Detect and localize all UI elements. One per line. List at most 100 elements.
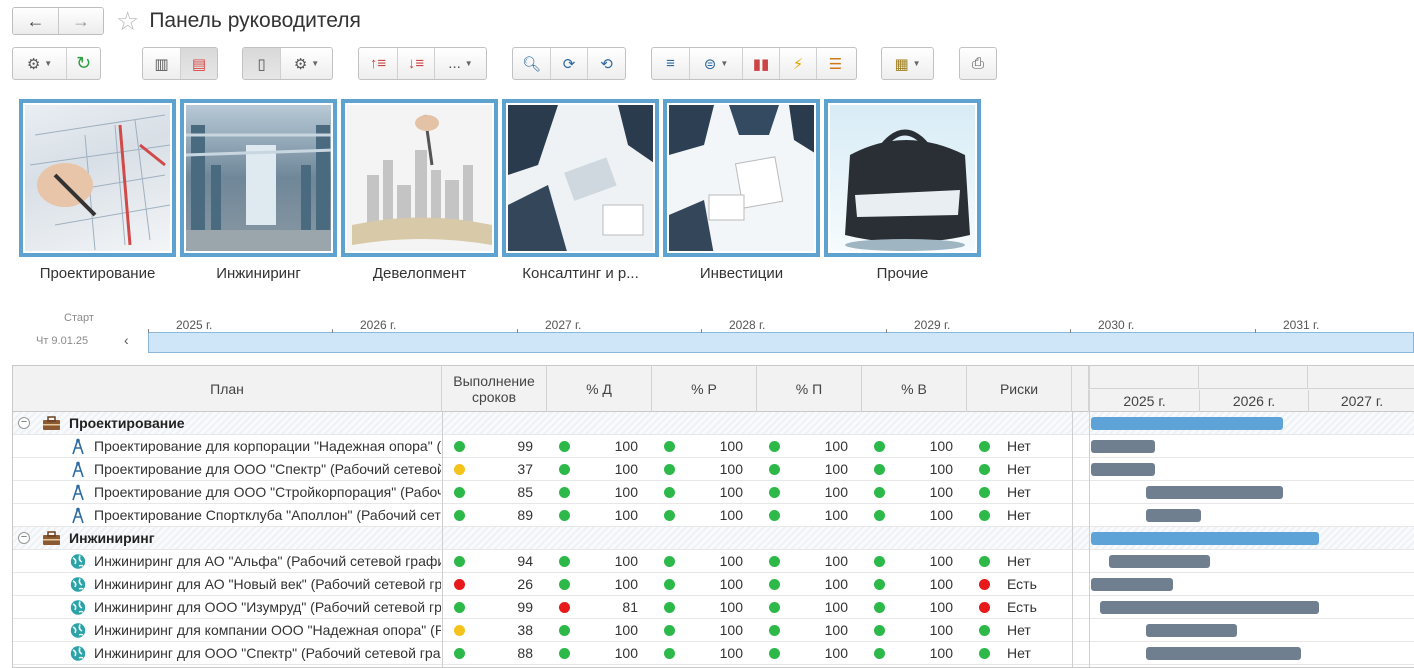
gantt-group-bar[interactable] — [1091, 532, 1320, 545]
map-view-button[interactable]: ▯ — [243, 48, 280, 79]
gantt-view-button[interactable]: ▤ — [180, 48, 217, 79]
plan-name[interactable]: Инжиниринг для ООО "Спектр" (Рабочий сет… — [94, 642, 441, 664]
meeting-icon — [508, 105, 653, 251]
p-status-dot — [769, 510, 780, 521]
back-button[interactable]: ← — [13, 8, 58, 34]
gantt-task-bar[interactable] — [1091, 578, 1174, 591]
gantt-task-bar[interactable] — [1145, 647, 1301, 660]
find-next-button[interactable]: ⟳ — [550, 48, 587, 79]
col-d[interactable]: % Д — [547, 366, 652, 412]
layout-settings-button[interactable]: ⚙ ▼ — [280, 48, 332, 79]
filter-button[interactable]: ⊜ ▼ — [689, 48, 742, 79]
v-value: 100 — [929, 599, 953, 615]
plan-name[interactable]: Инжиниринг для ООО "Изумруд" (Рабочий се… — [94, 596, 441, 618]
plan-name[interactable]: Проектирование для корпорации "Надежная … — [94, 435, 441, 457]
other-image — [830, 105, 975, 251]
gantt-task-bar[interactable] — [1091, 440, 1155, 453]
align-button[interactable]: ≡ — [652, 48, 689, 79]
tile-development[interactable] — [341, 99, 498, 257]
sort-asc-button[interactable]: ↑≡ — [359, 48, 397, 79]
plan-name[interactable]: Проектирование для ООО "Стройкорпорация"… — [94, 481, 441, 503]
group-row[interactable]: − Инжиниринг — [13, 527, 1414, 550]
list-button[interactable]: ☰ — [816, 48, 854, 79]
favorite-star-icon[interactable]: ☆ — [116, 8, 139, 34]
deadline-status-dot — [454, 487, 465, 498]
sort-desc-button[interactable]: ↓≡ — [397, 48, 434, 79]
v-status-dot — [874, 579, 885, 590]
gantt-task-bar[interactable] — [1091, 463, 1155, 476]
settings-menu-button[interactable]: ⚙ ▼ — [13, 48, 66, 79]
city-book-icon — [352, 114, 492, 245]
tile-engineering[interactable] — [180, 99, 337, 257]
tile-label[interactable]: Прочие — [824, 265, 981, 282]
table-row[interactable]: Проектирование Спортклуба "Аполлон" (Раб… — [13, 504, 1414, 527]
table-row[interactable]: Инжиниринг для АО "Новый век" (Рабочий с… — [13, 573, 1414, 596]
plan-name[interactable]: Инжиниринг для АО "Новый век" (Рабочий с… — [94, 573, 441, 595]
risk-value: Нет — [1007, 553, 1031, 569]
deadline-status-dot — [454, 510, 465, 521]
briefcase-icon — [43, 531, 60, 545]
timeline-scroll-left-icon[interactable]: ‹ — [124, 332, 129, 348]
col-r[interactable]: % Р — [652, 366, 757, 412]
table-row[interactable]: Инжиниринг для АО "Альфа" (Рабочий сетев… — [13, 550, 1414, 573]
print-button[interactable]: ⎙ — [960, 48, 996, 79]
col-deadline[interactable]: Выполнение сроков — [442, 366, 547, 412]
critical-path-button[interactable]: ⚡ — [779, 48, 816, 79]
tile-other[interactable] — [824, 99, 981, 257]
tile-label[interactable]: Инвестиции — [663, 265, 820, 282]
table-view-button[interactable]: ▥ — [143, 48, 180, 79]
filter-icon: ⊜ — [703, 55, 717, 73]
table-row[interactable]: Инжиниринг для ООО "Изумруд" (Рабочий се… — [13, 596, 1414, 619]
tile-label[interactable]: Инжиниринг — [180, 265, 337, 282]
export-button[interactable]: ▦ ▼ — [882, 48, 933, 79]
search-next-icon: ⟳ — [562, 55, 576, 73]
col-plan[interactable]: План — [13, 366, 442, 412]
search-group: 🔍︎ ⟳ ⟲ — [512, 47, 626, 80]
tile-label[interactable]: Девелопмент — [341, 265, 498, 282]
plan-name[interactable]: Инжиниринг для компании ООО "Надежная оп… — [94, 619, 441, 641]
refresh-button[interactable]: ↻ — [66, 48, 100, 79]
search-button[interactable]: 🔍︎ — [513, 48, 550, 79]
timeline-tick — [517, 329, 518, 333]
deadline-value: 26 — [517, 576, 533, 592]
more-button[interactable]: ... ▼ — [434, 48, 486, 79]
gantt-task-bar[interactable] — [1109, 555, 1210, 568]
table-row[interactable]: Проектирование для ООО "Спектр" (Рабочий… — [13, 458, 1414, 481]
gantt-task-bar[interactable] — [1145, 486, 1283, 499]
r-status-dot — [664, 510, 675, 521]
gantt-task-bar[interactable] — [1100, 601, 1320, 614]
tile-investments[interactable] — [663, 99, 820, 257]
plan-name[interactable]: Проектирование для ООО "Спектр" (Рабочий… — [94, 458, 441, 480]
group-name: Инжиниринг — [69, 530, 155, 546]
tile-label[interactable]: Проектирование — [19, 265, 176, 282]
col-p[interactable]: % П — [757, 366, 862, 412]
pipes-icon — [186, 125, 331, 251]
gantt-task-bar[interactable] — [1145, 624, 1237, 637]
table-row[interactable]: Проектирование для корпорации "Надежная … — [13, 435, 1414, 458]
collapse-icon[interactable]: − — [18, 417, 30, 429]
tile-design[interactable] — [19, 99, 176, 257]
risk-status-dot — [979, 648, 990, 659]
find-prev-button[interactable]: ⟲ — [587, 48, 625, 79]
tile-consulting[interactable] — [502, 99, 659, 257]
chart-button[interactable]: ▮▮ — [742, 48, 779, 79]
col-risks[interactable]: Риски — [967, 366, 1072, 412]
gantt-header-top — [1089, 366, 1414, 389]
timeline-tick — [701, 329, 702, 333]
plan-name[interactable]: Проектирование Спортклуба "Аполлон" (Раб… — [94, 504, 441, 526]
group-row[interactable]: − Проектирование — [13, 412, 1414, 435]
timeline-year-label: 2030 г. — [1098, 318, 1135, 332]
plan-name[interactable]: Инжиниринг для АО "Альфа" (Рабочий сетев… — [94, 550, 441, 572]
compass-icon — [72, 507, 84, 524]
gantt-task-bar[interactable] — [1145, 509, 1201, 522]
gantt-group-bar[interactable] — [1091, 417, 1283, 430]
table-row[interactable]: Инжиниринг для ООО "Спектр" (Рабочий сет… — [13, 642, 1414, 665]
col-v[interactable]: % В — [862, 366, 967, 412]
timeline-range-bar[interactable] — [148, 332, 1414, 353]
tile-label[interactable]: Консалтинг и р... — [502, 265, 659, 282]
collapse-icon[interactable]: − — [18, 532, 30, 544]
table-row[interactable]: Инжиниринг для компании ООО "Надежная оп… — [13, 619, 1414, 642]
table-row[interactable]: Проектирование для ООО "Стройкорпорация"… — [13, 481, 1414, 504]
r-status-dot — [664, 579, 675, 590]
forward-button[interactable]: → — [58, 8, 103, 34]
